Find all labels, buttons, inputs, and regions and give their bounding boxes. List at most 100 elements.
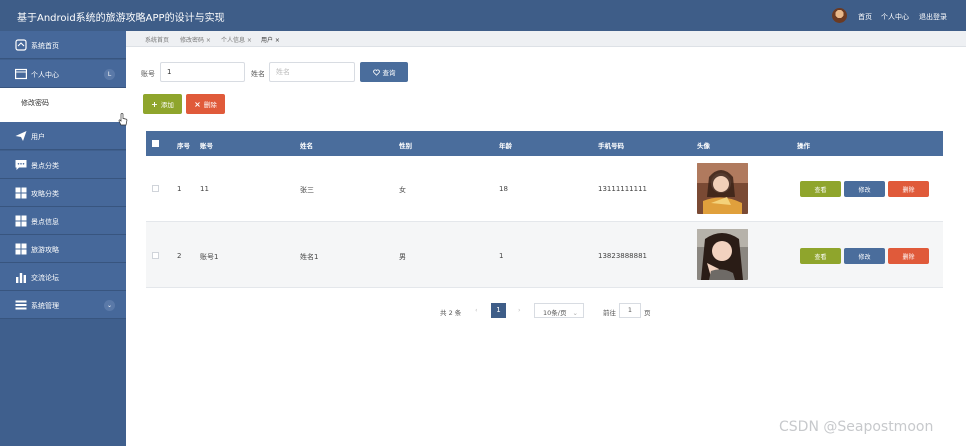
row-account: 账号1: [200, 253, 219, 261]
sidebar-item-spot-info[interactable]: 景点信息: [0, 207, 126, 235]
sidebar-item-label: 个人中心: [31, 71, 59, 79]
sidebar-item-guide-category[interactable]: 攻略分类: [0, 179, 126, 207]
tab-change-password[interactable]: 修改密码 ×: [180, 35, 211, 44]
column-header: 年龄: [499, 142, 512, 150]
account-input[interactable]: [160, 62, 245, 82]
grid-icon: [15, 215, 27, 227]
view-button[interactable]: 查看: [800, 248, 841, 264]
sidebar-subitem-change-password[interactable]: 修改密码: [0, 88, 126, 122]
close-icon: ×: [194, 99, 201, 109]
menu-icon: [15, 300, 27, 310]
row-phone: 13823888881: [598, 252, 647, 260]
sidebar-subitem-label: 修改密码: [21, 99, 49, 107]
send-icon: [15, 131, 27, 141]
next-page-button[interactable]: ›: [518, 306, 521, 322]
row-phone: 13111111111: [598, 185, 647, 193]
sidebar-item-label: 景点信息: [31, 218, 59, 226]
sidebar-item-label: 交流论坛: [31, 274, 59, 282]
window-icon: [15, 68, 27, 80]
column-header: 操作: [797, 142, 810, 150]
row-index: 2: [177, 252, 182, 260]
sidebar-item-label: 攻略分类: [31, 190, 59, 198]
table-header: 序号 账号 姓名 性别 年龄 手机号码 头像 操作: [146, 131, 943, 156]
plus-icon: +: [151, 99, 158, 109]
home-icon: [15, 39, 27, 51]
column-header: 手机号码: [598, 142, 624, 150]
page-size-select[interactable]: 10条/页 ⌄: [534, 303, 584, 318]
delete-row-button[interactable]: 删除: [888, 248, 929, 264]
name-label: 姓名: [251, 70, 265, 78]
page-size-value: 10条/页: [543, 309, 567, 317]
edit-button[interactable]: 修改: [844, 181, 885, 197]
name-input[interactable]: [269, 62, 355, 82]
sidebar-item-personal-center[interactable]: 个人中心 L: [0, 60, 126, 88]
sidebar-item-label: 系统首页: [31, 42, 59, 50]
logout-link[interactable]: 退出登录: [919, 12, 947, 22]
chat-icon: [15, 160, 27, 170]
row-index: 1: [177, 185, 182, 193]
avatar: [697, 229, 748, 280]
top-bar: 基于Android系统的旅游攻略APP的设计与实现 首页 个人中心 退出登录: [0, 0, 966, 31]
query-button[interactable]: 查询: [360, 62, 408, 82]
table-row: 2 账号1 姓名1 男 1 13823888881 查看 修改 删除: [146, 222, 943, 288]
add-label: 添加: [160, 101, 174, 109]
chevron-down-icon[interactable]: ⌄: [104, 300, 115, 311]
column-header: 账号: [200, 142, 213, 150]
delete-row-button[interactable]: 删除: [888, 181, 929, 197]
total-count: 共 2 条: [440, 309, 462, 317]
hand-cursor-icon: [118, 113, 128, 126]
bar-chart-icon: [16, 273, 26, 283]
delete-button[interactable]: × 删除: [186, 94, 225, 114]
account-label: 账号: [141, 70, 155, 78]
sidebar-item-label: 景点分类: [31, 162, 59, 170]
goto-prefix: 前往: [603, 309, 616, 317]
sidebar-item-travel-guide[interactable]: 旅游攻略: [0, 235, 126, 263]
goto-page-input[interactable]: 1: [619, 303, 641, 318]
sidebar-item-home[interactable]: 系统首页: [0, 31, 126, 59]
row-age: 18: [499, 185, 508, 193]
chevron-down-icon: ⌄: [572, 309, 578, 317]
column-header: 头像: [697, 142, 710, 150]
row-age: 1: [499, 252, 504, 260]
row-name: 张三: [300, 186, 314, 194]
home-link[interactable]: 首页: [858, 12, 872, 22]
edit-button[interactable]: 修改: [844, 248, 885, 264]
page-1-button[interactable]: 1: [491, 303, 506, 318]
user-avatar[interactable]: [832, 8, 847, 23]
table-row: 1 11 张三 女 18 13111111111 查看 修改 删除: [146, 156, 943, 222]
view-button[interactable]: 查看: [800, 181, 841, 197]
sidebar-item-users[interactable]: 用户: [0, 122, 126, 150]
tab-users[interactable]: 用户 ×: [261, 35, 280, 44]
sidebar: 系统首页 个人中心 L 修改密码 用户 景点分类 攻略分类 景点信息 旅游攻略 …: [0, 31, 126, 446]
column-header: 序号: [177, 142, 190, 150]
sidebar-item-spot-category[interactable]: 景点分类: [0, 151, 126, 179]
tab-personal-info[interactable]: 个人信息 ×: [221, 35, 252, 44]
column-header: 性别: [399, 142, 412, 150]
add-button[interactable]: + 添加: [143, 94, 182, 114]
watermark: CSDN @Seapostmoon: [779, 419, 934, 435]
collapse-badge[interactable]: L: [104, 69, 115, 80]
sidebar-item-system-admin[interactable]: 系统管理 ⌄: [0, 291, 126, 319]
row-checkbox[interactable]: [152, 185, 159, 192]
avatar: [697, 163, 748, 214]
query-label: 查询: [382, 69, 396, 77]
tab-bar: 系统首页 修改密码 × 个人信息 × 用户 ×: [126, 31, 966, 47]
grid-icon: [15, 243, 27, 255]
row-name: 姓名1: [300, 253, 319, 261]
column-header: 姓名: [300, 142, 313, 150]
sidebar-item-label: 用户: [31, 133, 45, 141]
sidebar-item-label: 旅游攻略: [31, 246, 59, 254]
select-all-checkbox[interactable]: [152, 140, 159, 147]
profile-link[interactable]: 个人中心: [881, 12, 909, 22]
sidebar-item-label: 系统管理: [31, 302, 59, 310]
goto-suffix: 页: [644, 309, 651, 317]
prev-page-button[interactable]: ‹: [475, 306, 478, 322]
row-gender: 女: [399, 186, 406, 194]
row-checkbox[interactable]: [152, 252, 159, 259]
sidebar-item-forum[interactable]: 交流论坛: [0, 263, 126, 291]
row-gender: 男: [399, 253, 406, 261]
row-account: 11: [200, 185, 209, 193]
delete-label: 删除: [203, 101, 217, 109]
heart-icon: [372, 69, 380, 76]
tab-home[interactable]: 系统首页: [145, 35, 169, 44]
